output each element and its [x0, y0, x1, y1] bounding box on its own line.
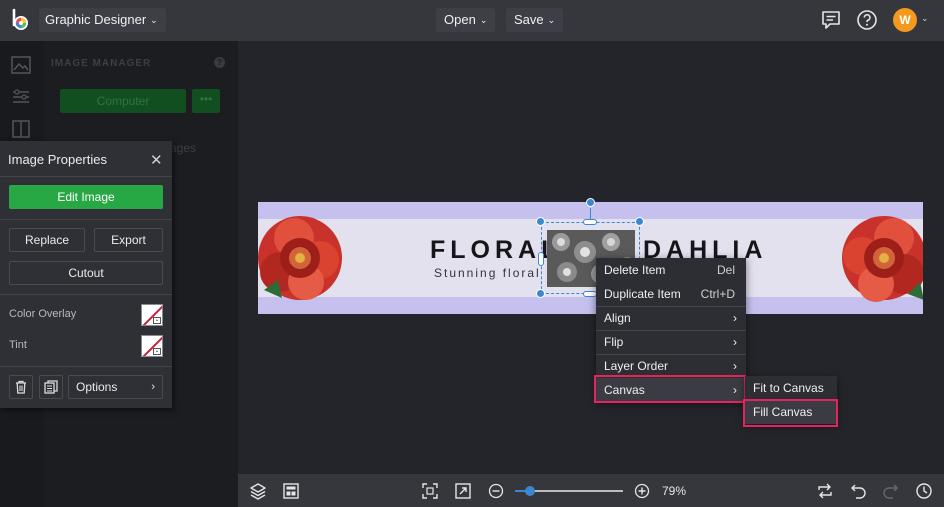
divider	[0, 294, 172, 295]
color-overlay-swatch[interactable]: ⌄	[141, 304, 163, 326]
chevron-down-icon[interactable]: ⌄	[921, 13, 929, 24]
image-manager-title: IMAGE MANAGER	[51, 58, 152, 69]
save-button[interactable]: Save ⌄	[506, 8, 564, 32]
divider	[0, 366, 172, 367]
rotate-handle[interactable]	[586, 198, 595, 207]
cutout-button[interactable]: Cutout	[9, 261, 163, 285]
export-button[interactable]: Export	[94, 228, 163, 252]
menu-item-label: Layer Order	[604, 359, 669, 373]
chevron-down-icon: ⌄	[150, 15, 158, 25]
resize-handle-top[interactable]	[583, 219, 597, 225]
duplicate-button[interactable]	[39, 375, 63, 399]
layout-icon[interactable]	[11, 120, 31, 138]
shortcut-label: Ctrl+D	[700, 287, 735, 301]
menu-item-duplicate[interactable]: Duplicate Item Ctrl+D	[596, 282, 746, 306]
app-switcher-dropdown[interactable]: Graphic Designer ⌄	[39, 8, 166, 32]
chevron-down-icon: ⌄	[479, 15, 488, 25]
befunky-logo-icon[interactable]	[8, 8, 32, 32]
save-label: Save	[514, 12, 544, 27]
edit-image-button[interactable]: Edit Image	[9, 185, 163, 209]
swap-icon[interactable]	[816, 482, 834, 500]
menu-item-delete[interactable]: Delete Item Del	[596, 258, 746, 282]
resize-handle-left[interactable]	[538, 252, 544, 266]
shortcut-label: Del	[716, 263, 735, 277]
panel-title: Image Properties	[8, 152, 107, 167]
comment-icon[interactable]	[820, 9, 842, 31]
app-name: Graphic Designer	[45, 12, 147, 27]
menu-item-label: Flip	[604, 335, 624, 349]
menu-item-label: Align	[604, 311, 631, 325]
chevron-right-icon: ›	[733, 311, 737, 325]
close-icon[interactable]: ✕	[150, 151, 163, 169]
banner-subtitle[interactable]: Stunning floral	[434, 266, 541, 280]
color-overlay-label: Color Overlay	[9, 308, 77, 320]
zoom-in-icon[interactable]	[633, 482, 651, 500]
dropdown-indicator-icon: ⌄	[153, 317, 161, 324]
more-sources-button[interactable]: •••	[192, 89, 220, 113]
menu-item-fit-to-canvas[interactable]: Fit to Canvas	[745, 376, 837, 400]
images-tab-label[interactable]: ages	[170, 141, 196, 155]
red-flower-right-image[interactable]	[838, 210, 923, 306]
tint-swatch[interactable]: ⌄	[141, 335, 163, 357]
redo-icon[interactable]	[882, 482, 900, 500]
resize-handle-top-left[interactable]	[536, 217, 545, 226]
zoom-out-icon[interactable]	[487, 482, 505, 500]
fill-canvas-highlight-box	[743, 399, 838, 427]
resize-handle-bottom[interactable]	[583, 291, 597, 297]
dropdown-indicator-icon: ⌄	[153, 348, 161, 355]
zoom-level: 79%	[662, 484, 687, 498]
tint-label: Tint	[9, 339, 27, 351]
divider	[0, 219, 172, 220]
open-button[interactable]: Open ⌄	[436, 8, 496, 32]
red-flower-left-image[interactable]	[258, 210, 346, 306]
chevron-right-icon: ›	[151, 381, 155, 393]
image-properties-panel: Image Properties ✕ Edit Image Replace Ex…	[0, 141, 172, 408]
resize-handle-top-right[interactable]	[635, 217, 644, 226]
delete-button[interactable]	[9, 375, 33, 399]
options-label: Options	[76, 380, 118, 394]
image-icon[interactable]	[11, 56, 31, 74]
options-button[interactable]: Options ›	[68, 375, 163, 399]
template-layout-icon[interactable]	[282, 482, 300, 500]
menu-item-flip[interactable]: Flip ›	[596, 330, 746, 354]
canvas-highlight-box	[594, 375, 746, 403]
layers-icon[interactable]	[249, 482, 267, 500]
chevron-down-icon: ⌄	[547, 15, 556, 25]
top-bar: Graphic Designer ⌄ Open ⌄ Save ⌄ W ⌄	[0, 0, 944, 41]
expand-icon[interactable]	[454, 482, 472, 500]
chevron-right-icon: ›	[733, 335, 737, 349]
replace-button[interactable]: Replace	[9, 228, 85, 252]
resize-handle-bottom-left[interactable]	[536, 289, 545, 298]
computer-upload-button[interactable]: Computer	[60, 89, 186, 113]
help-icon[interactable]	[856, 9, 878, 31]
help-icon[interactable]: ?	[214, 57, 225, 68]
menu-item-align[interactable]: Align ›	[596, 306, 746, 330]
menu-item-label: Duplicate Item	[604, 287, 681, 301]
fit-screen-icon[interactable]	[421, 482, 439, 500]
menu-item-label: Delete Item	[604, 263, 666, 277]
trash-icon	[16, 380, 26, 394]
history-icon[interactable]	[915, 482, 933, 500]
sliders-icon[interactable]	[11, 88, 31, 106]
divider	[0, 176, 172, 177]
open-label: Open	[444, 12, 476, 27]
user-avatar[interactable]: W	[893, 8, 917, 32]
duplicate-icon	[44, 380, 58, 394]
undo-icon[interactable]	[849, 482, 867, 500]
